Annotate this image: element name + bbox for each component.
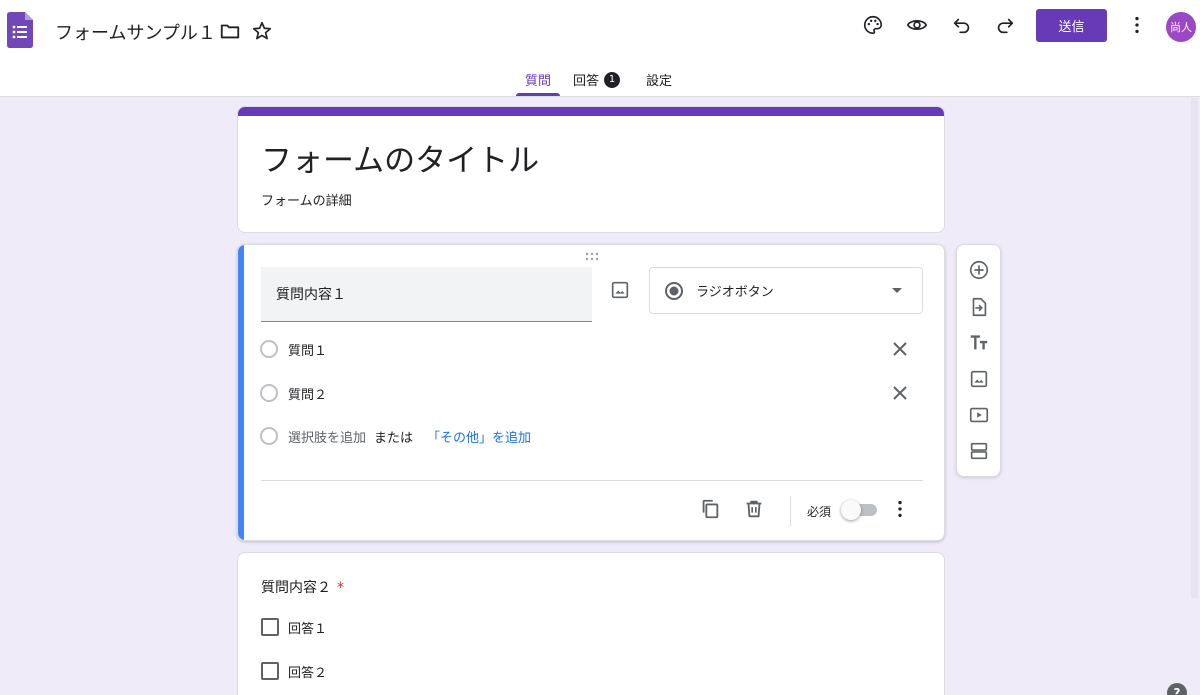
add-section-icon[interactable] xyxy=(967,439,991,463)
theme-accent-bar xyxy=(238,107,944,116)
star-icon[interactable] xyxy=(250,19,274,43)
tab-label: 回答 xyxy=(573,74,600,89)
tab-responses[interactable]: 回答 1 xyxy=(573,70,621,89)
form-title-card[interactable]: フォームのタイトル フォームの詳細 xyxy=(237,106,945,233)
tab-bar: 質問 回答 1 設定 xyxy=(0,60,1200,97)
drag-handle-icon[interactable] xyxy=(584,252,600,262)
form-description[interactable]: フォームの詳細 xyxy=(261,190,352,209)
send-button[interactable]: 送信 xyxy=(1036,9,1107,42)
tab-label: 設定 xyxy=(646,74,673,89)
option-label: 回答１ xyxy=(288,621,328,637)
add-video-icon[interactable] xyxy=(967,403,991,427)
preview-eye-icon[interactable] xyxy=(905,13,929,37)
tab-label: 質問 xyxy=(525,74,552,89)
active-tab-indicator xyxy=(516,93,560,96)
redo-icon[interactable] xyxy=(993,13,1017,37)
delete-trash-icon[interactable] xyxy=(742,497,766,521)
document-title[interactable]: フォームサンプル１ xyxy=(55,19,216,45)
avatar[interactable]: 尚人 xyxy=(1166,12,1196,42)
tab-questions[interactable]: 質問 xyxy=(525,70,551,89)
duplicate-copy-icon[interactable] xyxy=(698,497,722,521)
question-type-dropdown[interactable]: ラジオボタン xyxy=(649,267,923,314)
list-item[interactable]: 質問２ xyxy=(260,381,327,405)
add-option-link[interactable]: 選択肢を追加 xyxy=(288,427,366,446)
toggle-knob xyxy=(841,500,861,520)
checkbox-icon xyxy=(261,618,279,636)
add-title-icon[interactable] xyxy=(967,331,991,355)
add-question-icon[interactable] xyxy=(967,258,991,282)
question-title-text: 質問内容２ xyxy=(261,580,331,596)
form-title[interactable]: フォームのタイトル xyxy=(261,135,539,180)
question-card[interactable]: 質問内容２ * 回答１ 回答２ xyxy=(237,552,945,695)
import-questions-icon[interactable] xyxy=(967,295,991,319)
required-asterisk: * xyxy=(337,580,344,596)
floating-toolbar xyxy=(956,244,1001,477)
undo-icon[interactable] xyxy=(950,13,974,37)
chevron-down-icon xyxy=(892,288,902,293)
radio-circle-icon xyxy=(260,340,278,358)
radio-button-icon xyxy=(665,281,683,300)
forms-logo-icon[interactable] xyxy=(7,12,33,48)
folder-icon[interactable] xyxy=(218,19,242,43)
list-item[interactable]: 回答１ xyxy=(261,616,327,638)
more-vert-icon[interactable] xyxy=(888,497,912,521)
add-image-icon[interactable] xyxy=(609,279,631,301)
question-title-input[interactable]: 質問内容１ xyxy=(261,267,592,322)
scrollbar-thumb[interactable] xyxy=(1191,98,1198,598)
required-toggle[interactable] xyxy=(841,500,879,520)
list-item[interactable]: 質問１ xyxy=(260,337,327,361)
add-option-row: 選択肢を追加 または 「その他」を追加 xyxy=(260,424,531,448)
add-image-icon[interactable] xyxy=(967,367,991,391)
option-label: 回答２ xyxy=(288,665,328,681)
tab-settings[interactable]: 設定 xyxy=(646,70,672,89)
question-type-label: ラジオボタン xyxy=(696,285,774,300)
help-icon[interactable]: ? xyxy=(1167,683,1187,695)
question-card-active[interactable]: 質問内容１ ラジオボタン 質問１ 質問２ 選択肢を追加 または 「その他」を追加 xyxy=(237,244,945,541)
app-header: フォームサンプル１ 送信 尚人 質問 回答 1 設定 xyxy=(0,0,1200,97)
checkbox-icon xyxy=(261,662,279,680)
radio-circle-icon xyxy=(260,427,278,445)
divider xyxy=(261,480,923,481)
option-label[interactable]: 質問２ xyxy=(288,384,327,403)
response-count-badge: 1 xyxy=(604,71,621,88)
list-item[interactable]: 回答２ xyxy=(261,660,327,682)
question-title[interactable]: 質問内容２ * xyxy=(261,577,344,597)
divider xyxy=(790,496,791,526)
option-label[interactable]: 質問１ xyxy=(288,340,327,359)
more-vert-icon[interactable] xyxy=(1125,13,1149,37)
required-label: 必須 xyxy=(807,505,832,519)
remove-option-close-icon[interactable] xyxy=(888,337,912,361)
radio-circle-icon xyxy=(260,384,278,402)
add-other-link[interactable]: 「その他」を追加 xyxy=(427,427,531,446)
active-indicator-bar xyxy=(238,245,244,540)
or-text: または xyxy=(374,430,414,446)
scrollbar[interactable] xyxy=(1189,98,1200,695)
palette-icon[interactable] xyxy=(861,13,885,37)
remove-option-close-icon[interactable] xyxy=(888,381,912,405)
